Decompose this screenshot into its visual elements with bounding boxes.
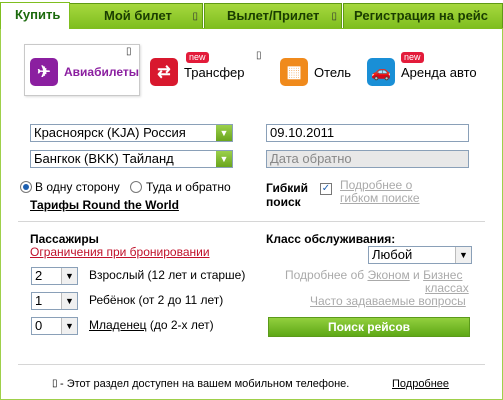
- service-hotel[interactable]: ▦ Отель: [280, 58, 351, 86]
- economy-link[interactable]: Эконом: [367, 268, 409, 282]
- tab-departure-arrival[interactable]: ▯ Вылет/Прилет: [204, 3, 342, 28]
- one-way-radio[interactable]: [20, 181, 32, 193]
- hotel-icon: ▦: [280, 58, 308, 86]
- origin-select[interactable]: Красноярск (KJA) Россия ▼: [30, 124, 233, 142]
- chevron-down-icon: ▼: [216, 151, 232, 167]
- chevron-down-icon: ▼: [61, 268, 77, 284]
- flex-more-link[interactable]: Подробнее о: [340, 178, 412, 192]
- tab-buy[interactable]: Купить: [0, 2, 70, 29]
- chevron-down-icon: ▼: [216, 125, 232, 141]
- round-the-world-link[interactable]: Тарифы Round the World: [30, 198, 179, 212]
- class-info-line: Подробнее об Эконом и Бизнес: [285, 268, 463, 282]
- children-select[interactable]: 1 ▼: [31, 292, 78, 310]
- destination-select[interactable]: Бангкок (BKK) Тайланд ▼: [30, 150, 233, 168]
- children-label: Ребёнок (от 2 до 11 лет): [89, 293, 224, 307]
- tab-check-in[interactable]: Регистрация на рейс: [343, 3, 503, 28]
- plane-icon: ✈: [30, 58, 58, 86]
- round-trip-radio[interactable]: [130, 181, 142, 193]
- service-car-rental[interactable]: 🚗 Аренда авто: [367, 58, 477, 86]
- chevron-down-icon: ▼: [455, 247, 471, 263]
- one-way-label: В одну сторону: [35, 180, 120, 194]
- tab-my-ticket[interactable]: ▯ Мой билет: [69, 3, 203, 28]
- return-date-input[interactable]: Дата обратно: [266, 150, 469, 168]
- service-class-title: Класс обслуживания:: [266, 232, 396, 246]
- mobile-phone-icon: ▯: [331, 11, 337, 22]
- service-air-tickets[interactable]: ✈ Авиабилеты: [30, 58, 139, 86]
- car-icon: 🚗: [367, 58, 395, 86]
- divider: [18, 221, 485, 222]
- flex-search-checkbox[interactable]: ✓: [320, 183, 332, 195]
- infant-link[interactable]: Младенец: [89, 318, 147, 332]
- faq-link[interactable]: Часто задаваемые вопросы: [310, 294, 466, 308]
- adults-select[interactable]: 2 ▼: [31, 267, 78, 285]
- mobile-phone-icon: ▯: [52, 378, 58, 389]
- infants-select[interactable]: 0 ▼: [31, 317, 78, 335]
- flex-more-link-2[interactable]: гибком поиске: [340, 191, 420, 205]
- mobile-phone-icon: ▯: [126, 46, 132, 57]
- divider: [18, 364, 485, 365]
- passengers-title: Пассажиры: [30, 232, 99, 246]
- flex-search-label: Гибкий: [266, 181, 309, 195]
- business-link[interactable]: Бизнес: [423, 268, 462, 282]
- chevron-down-icon: ▼: [61, 318, 77, 334]
- mobile-note: - Этот раздел доступен на вашем мобильно…: [60, 378, 350, 390]
- flex-search-label-2: поиск: [266, 195, 301, 209]
- service-class-select[interactable]: Любой ▼: [368, 246, 472, 264]
- round-trip-label: Туда и обратно: [146, 180, 231, 194]
- departure-date-input[interactable]: 09.10.2011: [266, 124, 469, 142]
- mobile-phone-icon: ▯: [256, 50, 262, 61]
- search-flights-button[interactable]: Поиск рейсов: [268, 317, 470, 337]
- classes-link[interactable]: классах: [425, 281, 469, 295]
- chevron-down-icon: ▼: [61, 293, 77, 309]
- service-transfer[interactable]: ⇄ Трансфер: [150, 58, 245, 86]
- mobile-phone-icon: ▯: [192, 11, 198, 22]
- restrictions-link[interactable]: Ограничения при бронировании: [30, 245, 210, 259]
- adults-label: Взрослый (12 лет и старше): [89, 268, 246, 282]
- transfer-icon: ⇄: [150, 58, 178, 86]
- mobile-more-link[interactable]: Подробнее: [392, 378, 449, 390]
- tab-bar: Купить ▯ Мой билет ▯ Вылет/Прилет Регист…: [0, 0, 503, 29]
- infants-label: Младенец (до 2-х лет): [89, 318, 214, 332]
